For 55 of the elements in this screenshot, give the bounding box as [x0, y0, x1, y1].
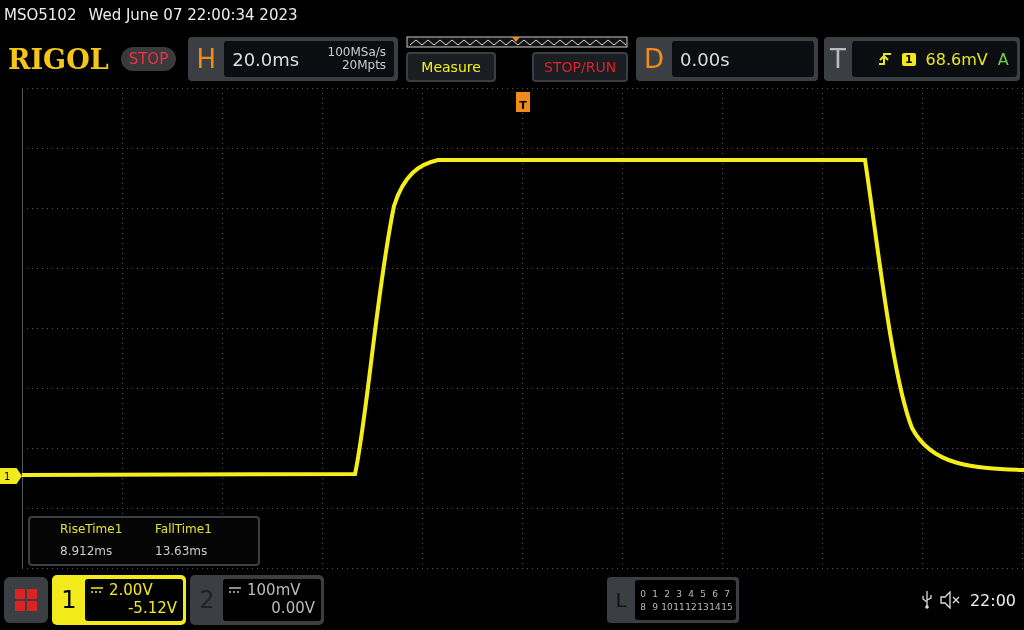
delay-panel[interactable]: D 0.00s [636, 37, 818, 81]
channel-offset: 0.00V [271, 599, 315, 617]
trigger-channel-badge: 1 [901, 52, 916, 66]
logic-channel-number: 8 [640, 601, 646, 612]
trigger-mode: A [997, 49, 1009, 69]
logic-channel-number: 5 [700, 588, 706, 599]
clock-time: 22:00 [969, 590, 1016, 610]
logic-channel-number: 13 [697, 601, 709, 612]
usb-icon [921, 591, 932, 609]
logic-channel-number: 2 [664, 588, 670, 599]
channel-offset: -5.12V [127, 599, 177, 617]
logic-channel-number: 10 [661, 601, 673, 612]
model-name: MSO5102 [4, 6, 77, 24]
measurement-name: FallTime1 [155, 522, 213, 536]
horizontal-panel[interactable]: H 20.0ms 100MSa/s 20Mpts [188, 37, 399, 81]
delay-value: 0.00s [680, 48, 730, 70]
channel-number: 1 [60, 586, 78, 614]
sample-rate: 100MSa/s [327, 46, 387, 59]
logic-channel-number: 0 [640, 588, 646, 599]
run-state-badge: STOP [120, 47, 177, 71]
muted-speaker-icon[interactable] [939, 591, 962, 609]
measurement-name: RiseTime1 [60, 522, 124, 536]
logic-channel-number: 4 [688, 588, 694, 599]
logic-channel-number: 15 [721, 601, 733, 612]
channel-scale: 2.00V [109, 581, 153, 599]
measure-button[interactable]: Measure [406, 52, 497, 82]
trigger-panel[interactable]: T 1 68.6mV A [824, 37, 1020, 81]
timebase-value: 20.0ms [232, 48, 300, 70]
trigger-position-marker[interactable]: T [516, 92, 530, 112]
logic-channel-number: 9 [652, 601, 658, 612]
channel-scale: 100mV [247, 581, 301, 599]
logic-channel-number: 7 [724, 588, 730, 599]
measurement-value: 13.63ms [155, 544, 209, 558]
horizontal-label: H [195, 44, 217, 74]
delay-label: D [643, 44, 666, 74]
logic-channel-number: 3 [676, 588, 682, 599]
brand-logo: RIGOL [8, 43, 109, 75]
logic-channel-number: 6 [712, 588, 718, 599]
trigger-level: 68.6mV [925, 49, 988, 69]
dc-coupling-icon [91, 587, 103, 593]
dc-coupling-icon [229, 587, 241, 593]
date-time: Wed June 07 22:00:34 2023 [88, 6, 298, 24]
stop-run-button[interactable]: STOP/RUN [532, 52, 629, 82]
logic-channel-number: 11 [673, 601, 685, 612]
rising-edge-icon [877, 52, 892, 66]
home-button[interactable] [4, 577, 48, 623]
channel-offset-marker[interactable]: 1 [0, 468, 22, 484]
logic-channel-number: 12 [685, 601, 697, 612]
logic-channel-number: 14 [709, 601, 721, 612]
logic-channel-number: 1 [652, 588, 658, 599]
channel-panel[interactable]: 1 2.00V -5.12V [52, 575, 186, 625]
measurement-value: 8.912ms [60, 544, 114, 558]
grid-icon [15, 589, 37, 611]
memory-depth: 20Mpts [341, 59, 387, 72]
trigger-label: T [830, 44, 846, 74]
